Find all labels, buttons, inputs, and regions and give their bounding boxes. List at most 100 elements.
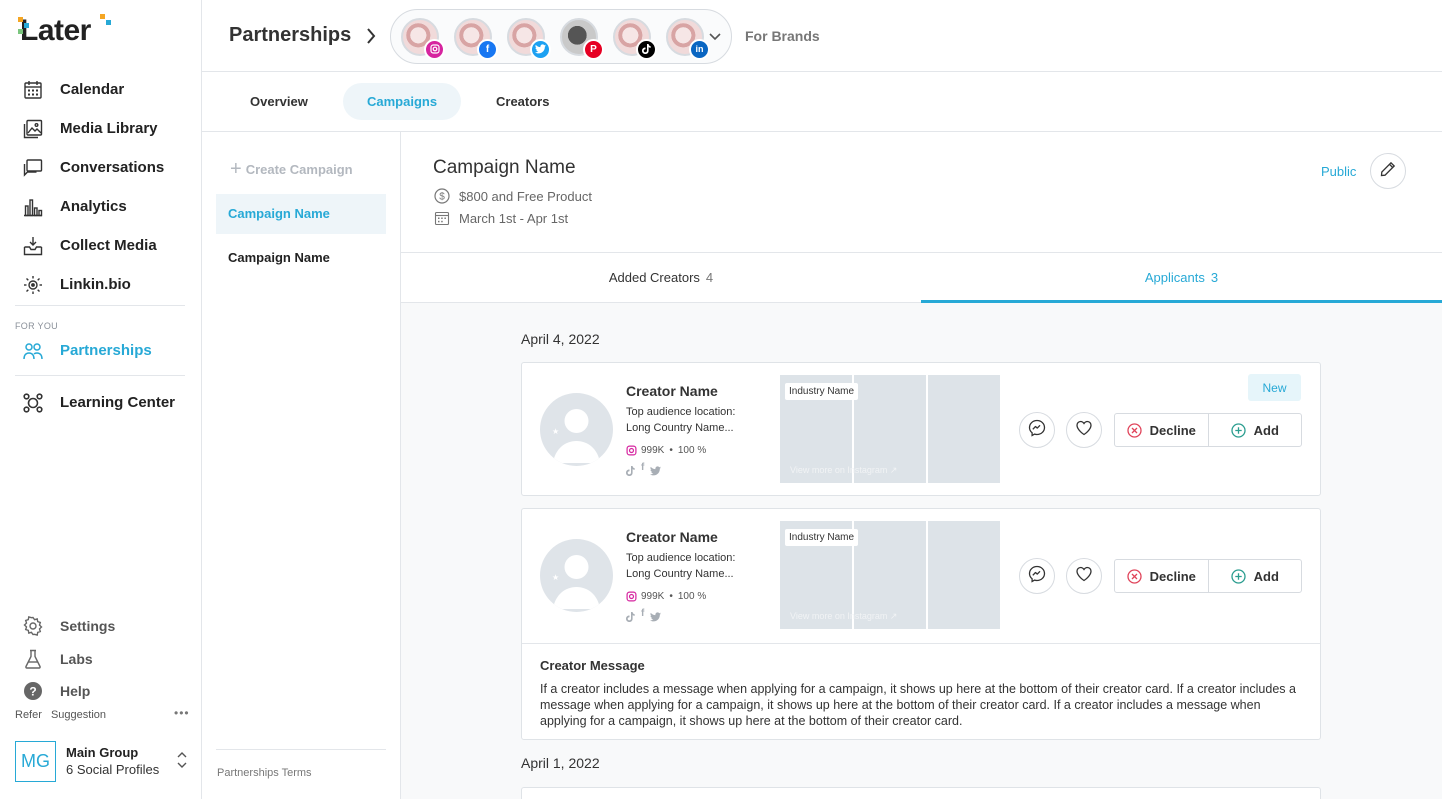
for-you-nav: Partnerships [22, 331, 187, 370]
nav-label: Calendar [60, 81, 125, 98]
twitter-icon[interactable] [650, 609, 662, 627]
nav-item-conversations[interactable]: Conversations [22, 148, 187, 187]
profile-avatar-instagram[interactable] [401, 17, 445, 60]
post-thumbnail[interactable] [928, 521, 1000, 629]
pencil-icon [1380, 161, 1396, 182]
message-button[interactable] [1019, 558, 1055, 594]
labs-icon [22, 648, 44, 670]
social-profiles-selector[interactable]: f P in [390, 9, 732, 64]
applicant-card: ★ Creator Name Top audience location: Lo… [521, 362, 1321, 496]
tiktok-icon[interactable] [626, 463, 635, 481]
facebook-icon[interactable]: f [641, 463, 644, 481]
dates-text: March 1st - Apr 1st [459, 210, 569, 226]
tab-campaigns[interactable]: Campaigns [343, 83, 462, 120]
creator-avatar[interactable]: ★ [540, 539, 613, 612]
nav-item-calendar[interactable]: Calendar [22, 70, 187, 109]
decline-button[interactable]: Decline [1115, 414, 1208, 446]
decline-button[interactable]: Decline [1115, 560, 1208, 592]
later-logo[interactable]: Later [18, 14, 111, 48]
create-campaign-button[interactable]: + Create Campaign [230, 158, 353, 181]
collect-media-icon [22, 235, 44, 257]
add-button[interactable]: Add [1207, 414, 1302, 446]
creator-post-thumbnails[interactable]: Industry Name View more on Instagram ↗ [780, 521, 1000, 629]
suggestion-link[interactable]: Suggestion [51, 709, 106, 721]
partnerships-terms-link[interactable]: Partnerships Terms [217, 767, 312, 779]
date-heading: April 1, 2022 [521, 755, 600, 771]
twitter-icon[interactable] [650, 463, 662, 481]
creator-name[interactable]: Creator Name [626, 529, 718, 545]
profile-avatar-twitter[interactable] [507, 17, 551, 60]
profile-avatar-tiktok[interactable] [613, 17, 657, 60]
for-brands-label[interactable]: For Brands [745, 28, 820, 44]
creator-avatar[interactable]: ★ [540, 393, 613, 466]
nav-label: Partnerships [60, 342, 152, 359]
tab-applicants[interactable]: Applicants 3 [921, 253, 1442, 303]
message-button[interactable] [1019, 412, 1055, 448]
analytics-icon [22, 196, 44, 218]
decline-label: Decline [1149, 422, 1196, 438]
nav-label: Linkin.bio [60, 276, 131, 293]
facebook-icon[interactable]: f [641, 609, 644, 627]
nav-item-linkin-bio[interactable]: Linkin.bio [22, 265, 187, 304]
tiktok-icon[interactable] [626, 609, 635, 627]
follower-count: 999K [641, 445, 665, 456]
creator-location: Top audience location: Long Country Name… [626, 550, 735, 582]
nav-item-help[interactable]: ? Help [22, 675, 115, 708]
add-button[interactable]: Add [1207, 560, 1302, 592]
favorite-button[interactable] [1066, 412, 1102, 448]
tiktok-icon [636, 38, 657, 60]
edit-campaign-button[interactable] [1370, 153, 1406, 189]
profile-avatar-pinterest[interactable]: P [560, 17, 604, 60]
profile-avatar-linkedin[interactable]: in [666, 17, 710, 60]
heart-icon [1075, 419, 1093, 442]
instagram-icon [424, 38, 445, 60]
chevron-down-icon[interactable] [708, 29, 722, 47]
creator-name[interactable]: Creator Name [626, 383, 718, 399]
nav-item-settings[interactable]: Settings [22, 610, 115, 643]
group-switcher[interactable]: MG Main Group 6 Social Profiles [15, 740, 190, 782]
messenger-icon [1028, 565, 1046, 588]
view-more-instagram-link[interactable]: View more on Instagram ↗ [790, 611, 897, 622]
linkin-bio-icon [22, 274, 44, 296]
tab-added-creators[interactable]: Added Creators 4 [401, 253, 921, 303]
match-percent: 100 % [677, 445, 707, 456]
campaign-header: Campaign Name $ $800 and Free Product Ma… [401, 132, 1442, 253]
partnerships-icon [22, 340, 44, 362]
creator-social-links: f [626, 609, 662, 627]
creator-post-thumbnails[interactable]: Industry Name View more on Instagram ↗ [780, 375, 1000, 483]
applicant-actions: Decline Add [1114, 559, 1302, 593]
creator-subtabs: Added Creators 4 Applicants 3 [401, 253, 1442, 303]
tab-creators[interactable]: Creators [472, 83, 573, 120]
campaign-list-item[interactable]: Campaign Name [216, 238, 386, 278]
create-campaign-label: Create Campaign [245, 162, 353, 177]
nav-item-partnerships[interactable]: Partnerships [22, 331, 187, 370]
nav-item-media-library[interactable]: Media Library [22, 109, 187, 148]
plus-circle-icon [1230, 568, 1246, 584]
plus-icon: + [230, 158, 242, 180]
compensation-text: $800 and Free Product [459, 188, 592, 204]
applicant-card [521, 787, 1321, 799]
nav-item-collect-media[interactable]: Collect Media [22, 226, 187, 265]
new-badge: New [1248, 374, 1301, 401]
tab-overview[interactable]: Overview [226, 83, 332, 120]
learning-center-icon [22, 392, 44, 414]
refer-link[interactable]: Refer [15, 709, 42, 721]
nav-item-labs[interactable]: Labs [22, 643, 115, 676]
creator-location: Top audience location: Long Country Name… [626, 404, 735, 436]
applicant-actions: Decline Add [1114, 413, 1302, 447]
nav-item-analytics[interactable]: Analytics [22, 187, 187, 226]
post-thumbnail[interactable] [928, 375, 1000, 483]
group-avatar: MG [15, 740, 56, 782]
visibility-status[interactable]: Public [1321, 164, 1356, 179]
heart-icon [1075, 565, 1093, 588]
tab-label: Added Creators [608, 270, 700, 285]
favorite-button[interactable] [1066, 558, 1102, 594]
group-profiles-count: 6 Social Profiles [66, 762, 160, 777]
profile-avatar-facebook[interactable]: f [454, 17, 498, 60]
campaign-list-item[interactable]: Campaign Name [216, 194, 386, 234]
creator-message-title: Creator Message [540, 658, 645, 673]
nav-item-learning-center[interactable]: Learning Center [22, 383, 187, 422]
more-options-icon[interactable]: ••• [174, 706, 190, 720]
calendar-icon [22, 79, 44, 101]
view-more-instagram-link[interactable]: View more on Instagram ↗ [790, 465, 897, 476]
